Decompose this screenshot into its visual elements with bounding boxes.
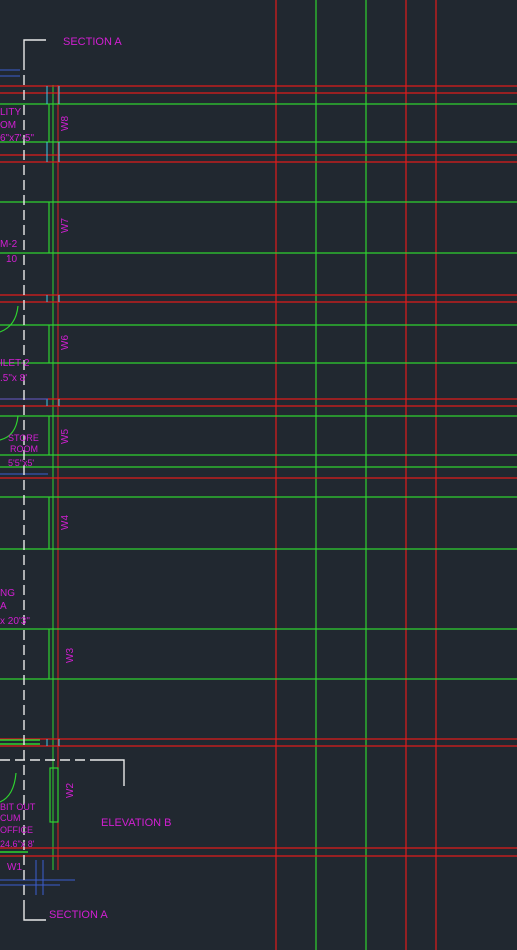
room-label-line: OM	[0, 120, 16, 131]
room-label-line: 5'5"x5'	[8, 458, 34, 468]
room-label-line: OFFICE	[0, 825, 33, 835]
window-tag: W4	[60, 515, 71, 530]
window-tag: W2	[65, 783, 76, 798]
room-label-line: ILET-2	[0, 358, 30, 369]
room-label-line: STORE	[8, 433, 39, 443]
room-label-line: CUM	[0, 813, 21, 823]
room-label-line: A	[0, 601, 7, 612]
room-label-line: 10	[6, 254, 18, 265]
cad-drawing-canvas[interactable]: SECTION A SECTION A ELEVATION B W8 W7 W6…	[0, 0, 517, 950]
room-label-line: x 20'3"	[0, 616, 30, 627]
section-label-bottom: SECTION A	[49, 909, 108, 921]
room-label-line: 24.6"x 8'	[0, 839, 35, 849]
room-label-line: M-2	[0, 239, 18, 250]
room-label-line: BIT OUT	[0, 802, 36, 812]
window-tag: W7	[60, 218, 71, 233]
room-label-line: 6"x7'-5"	[0, 133, 34, 144]
room-label-line: NG	[0, 588, 15, 599]
window-tag: W5	[60, 429, 71, 444]
window-tag: W1	[7, 862, 22, 873]
room-label-line: LITY	[0, 107, 21, 118]
window-tag: W6	[60, 335, 71, 350]
elevation-label: ELEVATION B	[101, 817, 172, 829]
room-label-line: ROOM	[10, 444, 38, 454]
section-label-top: SECTION A	[63, 36, 122, 48]
window-tag: W8	[60, 116, 71, 131]
window-tag: W3	[65, 648, 76, 663]
room-label-line: .5"x 8'	[0, 373, 27, 384]
